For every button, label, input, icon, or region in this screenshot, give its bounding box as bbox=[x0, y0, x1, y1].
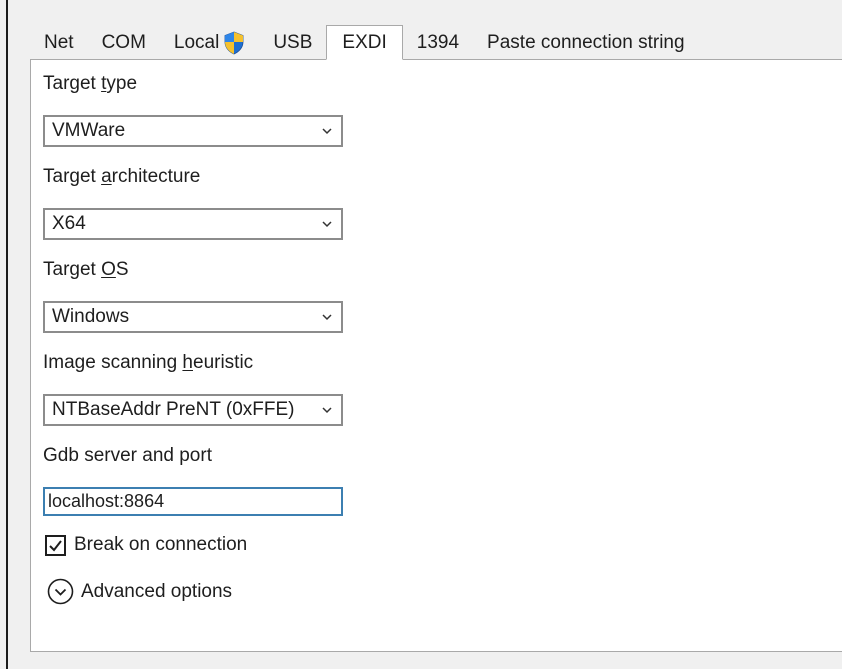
tab-com[interactable]: COM bbox=[88, 26, 160, 59]
tab-1394[interactable]: 1394 bbox=[403, 26, 473, 59]
tab-paste-label: Paste connection string bbox=[487, 32, 685, 53]
connection-tabstrip: Net COM Local USB EXDI 1394 Paste connec… bbox=[30, 25, 699, 60]
chevron-down-icon bbox=[322, 314, 332, 321]
tab-net[interactable]: Net bbox=[30, 26, 88, 59]
connection-dialog: Net COM Local USB EXDI 1394 Paste connec… bbox=[0, 0, 842, 669]
target-type-value: VMWare bbox=[52, 120, 126, 141]
tab-local[interactable]: Local bbox=[160, 26, 259, 59]
tab-paste-connection-string[interactable]: Paste connection string bbox=[473, 26, 699, 59]
tab-net-label: Net bbox=[44, 32, 74, 53]
image-scanning-heuristic-value: NTBaseAddr PreNT (0xFFE) bbox=[52, 399, 295, 420]
uac-shield-icon bbox=[224, 31, 244, 54]
chevron-down-icon bbox=[322, 221, 332, 228]
tab-com-label: COM bbox=[101, 32, 146, 53]
target-os-label: Target OS bbox=[43, 259, 129, 280]
break-on-connection-checkbox[interactable] bbox=[45, 534, 66, 556]
break-on-connection-label: Break on connection bbox=[74, 534, 248, 555]
expand-circle-chevron-icon[interactable] bbox=[47, 578, 74, 605]
gdb-server-port-input[interactable]: localhost:8864 bbox=[43, 487, 343, 516]
chevron-down-icon bbox=[322, 128, 332, 135]
tab-usb-label: USB bbox=[273, 32, 313, 53]
target-type-select[interactable]: VMWare bbox=[43, 115, 343, 147]
tab-1394-label: 1394 bbox=[416, 32, 460, 53]
chevron-down-icon bbox=[322, 407, 332, 414]
tab-local-label: Local bbox=[173, 32, 220, 53]
exdi-settings-panel: Target type VMWare Target architecture X… bbox=[30, 59, 842, 652]
break-on-connection-row[interactable]: Break on connection bbox=[45, 534, 247, 556]
gdb-server-port-value: localhost:8864 bbox=[48, 491, 165, 511]
tab-exdi[interactable]: EXDI bbox=[326, 25, 403, 60]
window-edge bbox=[6, 0, 8, 669]
target-os-value: Windows bbox=[52, 306, 130, 327]
advanced-options-expander[interactable]: Advanced options bbox=[47, 578, 232, 605]
target-architecture-value: X64 bbox=[52, 213, 86, 234]
image-scanning-heuristic-select[interactable]: NTBaseAddr PreNT (0xFFE) bbox=[43, 394, 343, 426]
target-architecture-label: Target architecture bbox=[43, 166, 201, 187]
target-architecture-select[interactable]: X64 bbox=[43, 208, 343, 240]
target-type-label: Target type bbox=[43, 73, 138, 94]
advanced-options-label: Advanced options bbox=[81, 580, 233, 602]
image-scanning-heuristic-label: Image scanning heuristic bbox=[43, 352, 254, 373]
checkmark-icon bbox=[49, 539, 62, 552]
target-os-select[interactable]: Windows bbox=[43, 301, 343, 333]
tab-usb[interactable]: USB bbox=[259, 26, 326, 59]
gdb-server-port-label: Gdb server and port bbox=[43, 445, 212, 466]
tab-exdi-label: EXDI bbox=[342, 32, 387, 53]
